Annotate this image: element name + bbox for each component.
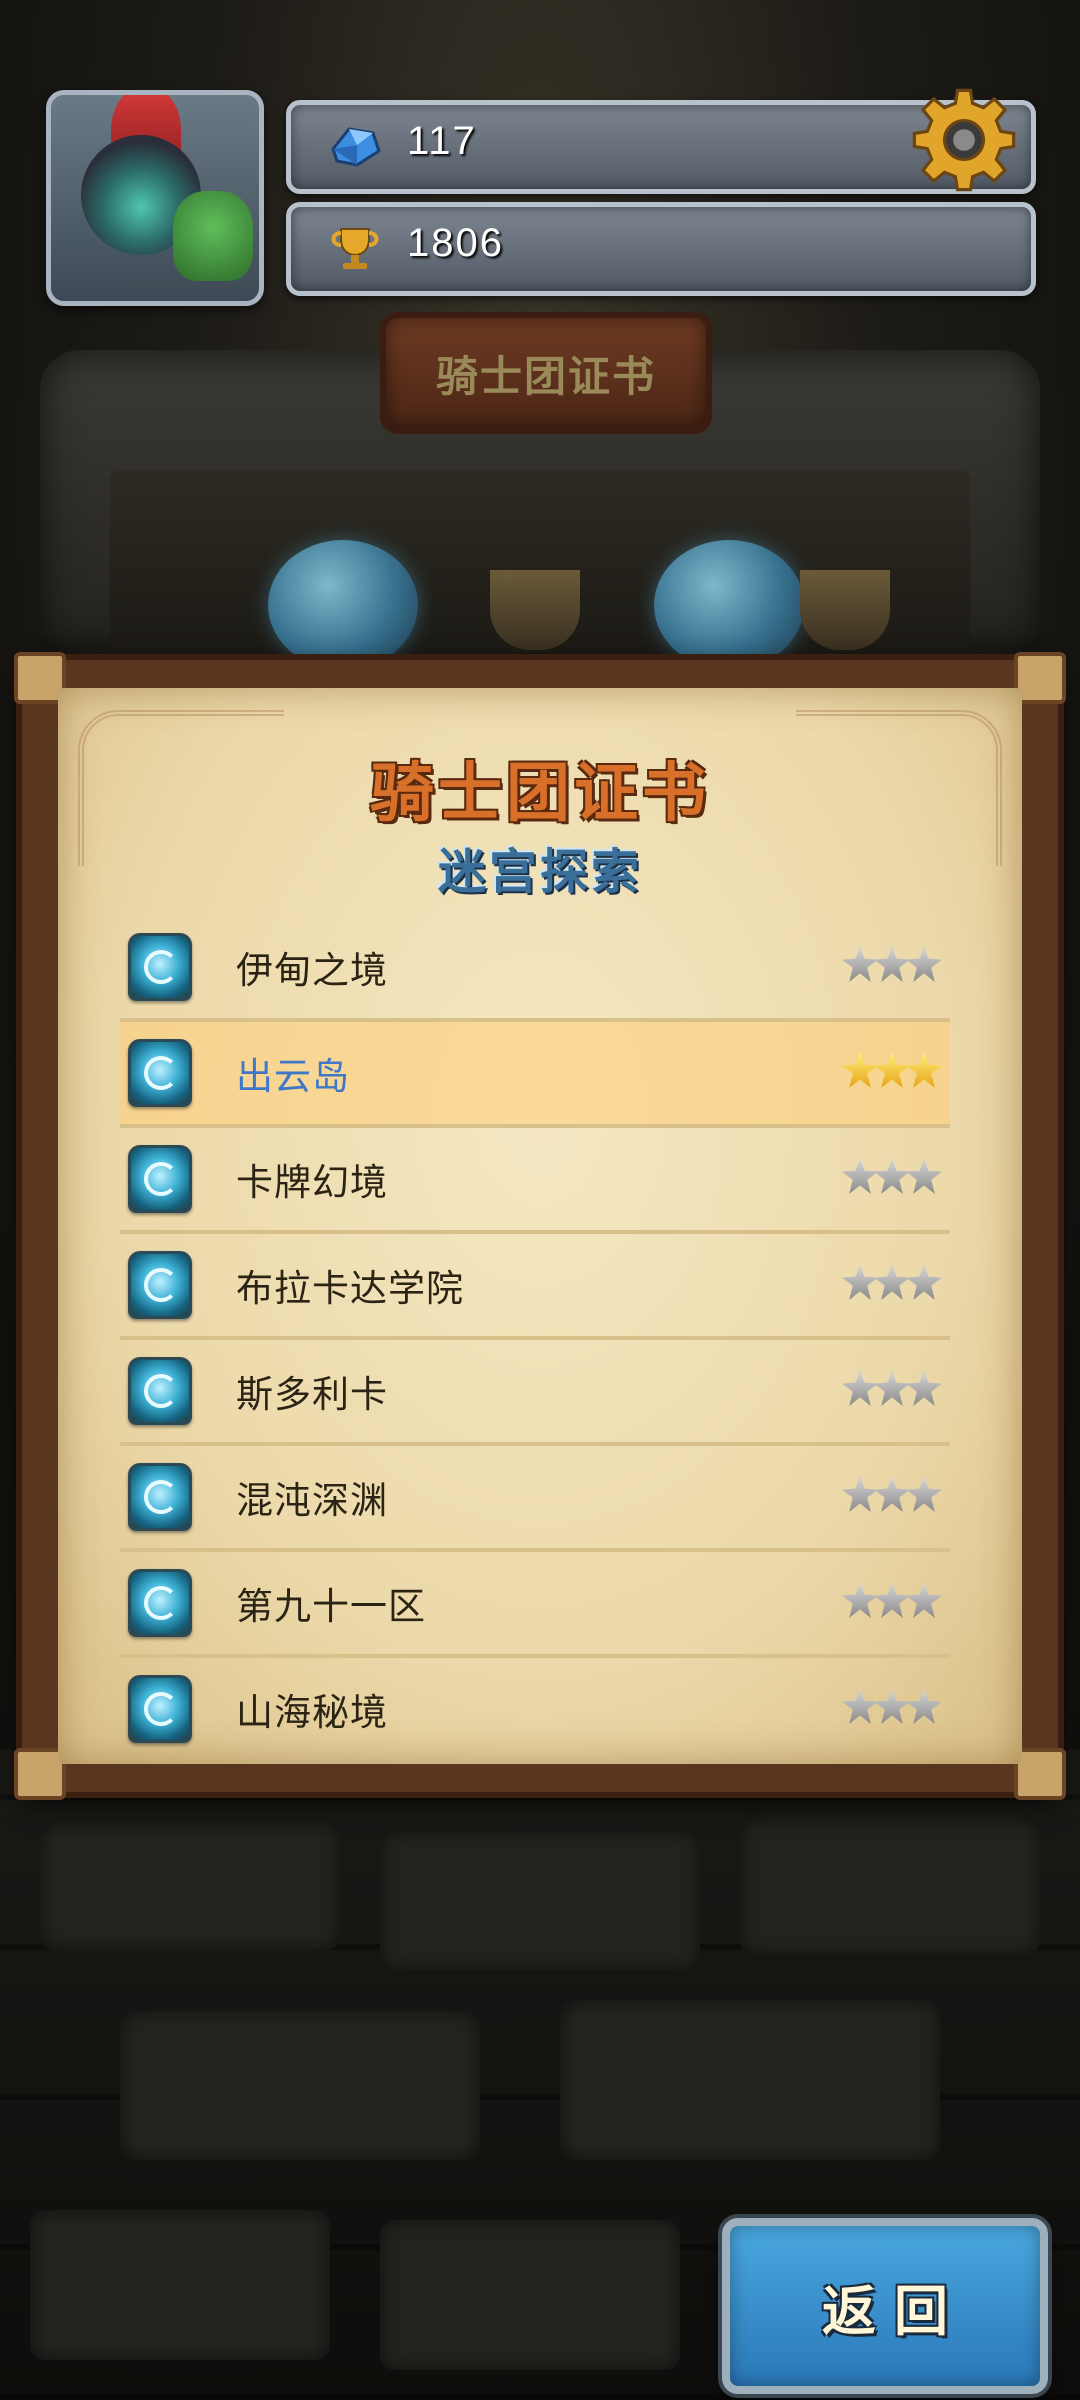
list-item-selected[interactable]: 出云岛 bbox=[120, 1022, 950, 1128]
trophy-cup bbox=[800, 570, 890, 650]
portal-icon bbox=[128, 1039, 192, 1107]
star-icon bbox=[874, 946, 910, 982]
star-rating bbox=[842, 1370, 942, 1406]
item-name: 伊甸之境 bbox=[236, 949, 388, 992]
list-item[interactable]: 第九十一区 bbox=[120, 1552, 950, 1658]
floor-brick bbox=[560, 2000, 940, 2160]
star-icon bbox=[874, 1264, 910, 1300]
portal-icon bbox=[128, 1463, 192, 1531]
list-item[interactable]: 山海秘境 bbox=[120, 1658, 950, 1760]
star-rating bbox=[842, 946, 942, 982]
back-button-label: 返回 bbox=[822, 2279, 966, 2343]
star-icon bbox=[874, 1370, 910, 1406]
floor-brick bbox=[380, 1830, 700, 1970]
avatar-pet bbox=[173, 191, 253, 281]
item-name: 第九十一区 bbox=[236, 1585, 426, 1628]
portal-icon bbox=[128, 1569, 192, 1637]
trophy-cup bbox=[490, 570, 580, 650]
star-icon bbox=[906, 1264, 942, 1300]
star-rating bbox=[842, 1688, 942, 1724]
portal-icon bbox=[128, 1251, 192, 1319]
floor-brick bbox=[40, 1820, 340, 1950]
star-icon bbox=[842, 1264, 878, 1300]
list-item[interactable]: 混沌深渊 bbox=[120, 1446, 950, 1552]
star-icon bbox=[874, 1052, 910, 1088]
star-icon bbox=[906, 1370, 942, 1406]
list-item[interactable]: 布拉卡达学院 bbox=[120, 1234, 950, 1340]
player-avatar[interactable] bbox=[46, 90, 264, 306]
list-item[interactable]: 斯多利卡 bbox=[120, 1340, 950, 1446]
star-icon bbox=[906, 1476, 942, 1512]
star-icon bbox=[874, 1476, 910, 1512]
gems-count: 117 bbox=[407, 119, 477, 163]
star-icon bbox=[842, 1582, 878, 1618]
star-rating bbox=[842, 1582, 942, 1618]
trophies-count: 1806 bbox=[407, 221, 504, 265]
star-icon bbox=[842, 1476, 878, 1512]
star-icon bbox=[842, 1052, 878, 1088]
gem-bubble bbox=[654, 540, 804, 670]
portal-icon bbox=[128, 933, 192, 1001]
list-item[interactable]: 伊甸之境 bbox=[120, 916, 950, 1022]
portal-icon bbox=[128, 1675, 192, 1743]
star-rating bbox=[842, 1052, 942, 1088]
star-icon bbox=[874, 1582, 910, 1618]
item-name: 混沌深渊 bbox=[236, 1479, 388, 1522]
item-name: 出云岛 bbox=[236, 1055, 350, 1098]
back-button[interactable]: 返回 bbox=[722, 2218, 1048, 2394]
star-rating bbox=[842, 1158, 942, 1194]
list-item[interactable]: 卡牌幻境 bbox=[120, 1128, 950, 1234]
floor-brick bbox=[120, 2010, 480, 2160]
gear-icon[interactable] bbox=[910, 86, 1018, 194]
item-name: 布拉卡达学院 bbox=[236, 1267, 464, 1310]
star-icon bbox=[906, 1052, 942, 1088]
dungeon-list: 伊甸之境 出云岛 卡牌幻境 布拉卡达学院 斯多利卡 混沌深渊 第九十一区 山海秘… bbox=[120, 916, 950, 1760]
star-icon bbox=[842, 1688, 878, 1724]
trophies-bar: 1806 bbox=[286, 202, 1036, 296]
star-icon bbox=[842, 946, 878, 982]
item-name: 斯多利卡 bbox=[236, 1373, 388, 1416]
star-rating bbox=[842, 1476, 942, 1512]
star-icon bbox=[842, 1370, 878, 1406]
panel-title: 骑士团证书 bbox=[370, 757, 710, 831]
star-icon bbox=[906, 1158, 942, 1194]
blue-gem-icon bbox=[331, 127, 381, 167]
item-name: 卡牌幻境 bbox=[236, 1161, 388, 1204]
star-icon bbox=[842, 1158, 878, 1194]
star-icon bbox=[906, 946, 942, 982]
floor-brick bbox=[740, 1815, 1040, 1955]
panel-subtitle: 迷宫探索 bbox=[437, 844, 642, 900]
star-icon bbox=[906, 1688, 942, 1724]
star-icon bbox=[906, 1582, 942, 1618]
portal-icon bbox=[128, 1357, 192, 1425]
star-icon bbox=[874, 1158, 910, 1194]
gem-bubble bbox=[268, 540, 418, 670]
portal-icon bbox=[128, 1145, 192, 1213]
floor-brick bbox=[380, 2220, 680, 2370]
certificate-banner: 骑士团证书 bbox=[380, 312, 712, 434]
gold-trophy-icon bbox=[331, 228, 379, 269]
banner-title: 骑士团证书 bbox=[435, 351, 656, 401]
star-rating bbox=[842, 1264, 942, 1300]
floor-brick bbox=[30, 2210, 330, 2360]
item-name: 山海秘境 bbox=[236, 1691, 388, 1734]
star-icon bbox=[874, 1688, 910, 1724]
